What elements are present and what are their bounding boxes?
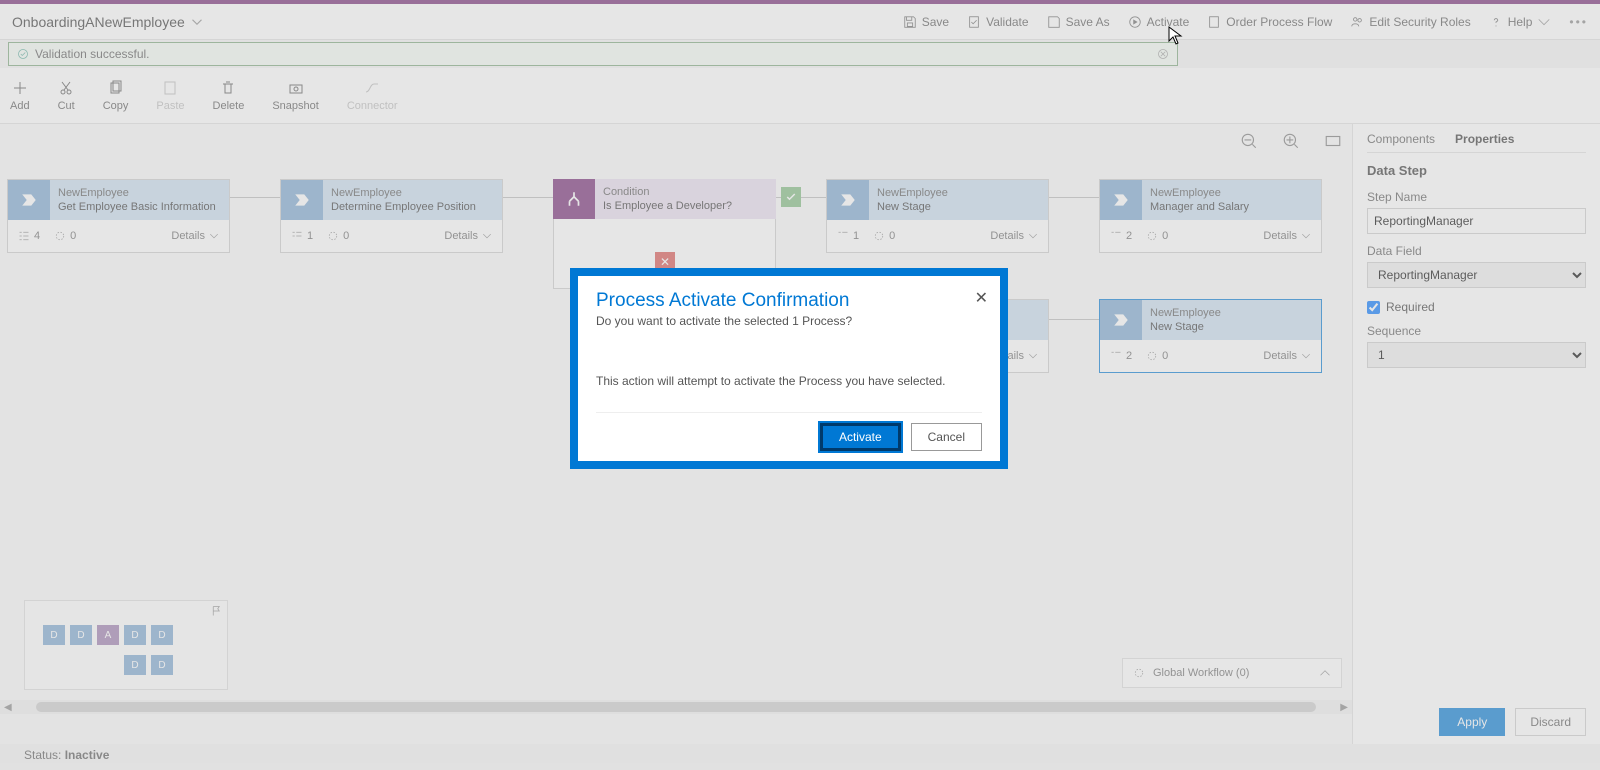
modal-cancel-button[interactable]: Cancel — [911, 423, 982, 451]
modal-title: Process Activate Confirmation — [596, 290, 982, 312]
modal-body: This action will attempt to activate the… — [596, 374, 982, 388]
modal-close-button[interactable]: ✕ — [975, 288, 988, 308]
modal-subtitle: Do you want to activate the selected 1 P… — [596, 314, 982, 328]
modal-activate-button[interactable]: Activate — [820, 423, 901, 451]
activate-confirmation-modal: ✕ Process Activate Confirmation Do you w… — [570, 268, 1008, 469]
